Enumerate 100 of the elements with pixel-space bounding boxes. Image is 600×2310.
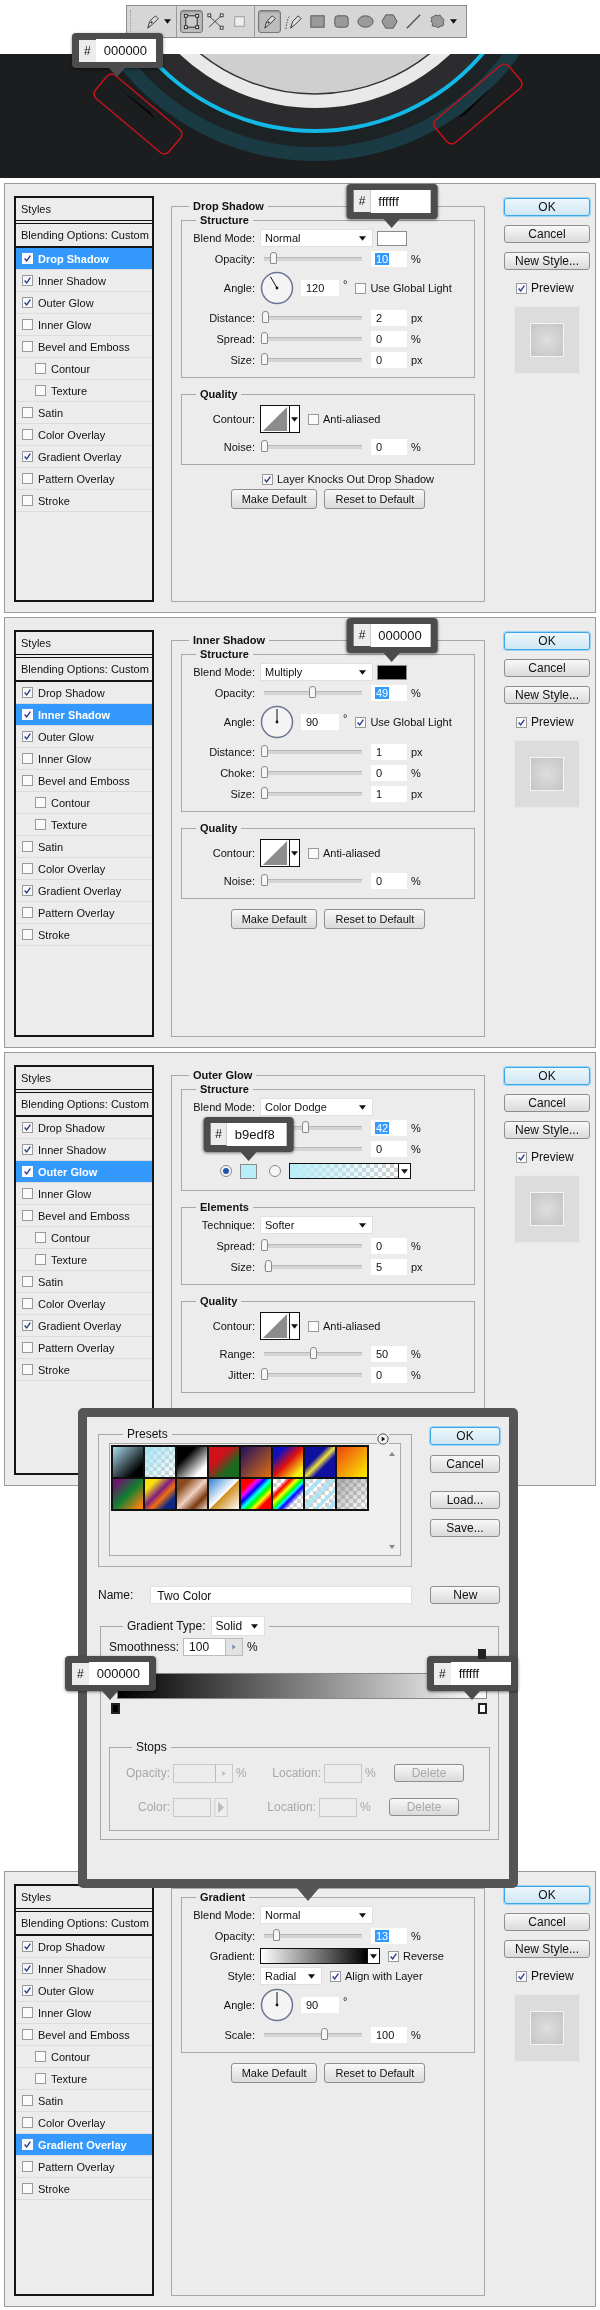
- default-button[interactable]: Reset to Default: [324, 489, 426, 509]
- style-item[interactable]: Color Overlay: [16, 1293, 152, 1315]
- value-field[interactable]: 0: [371, 872, 407, 889]
- style-item[interactable]: Texture: [16, 2068, 152, 2090]
- style-item[interactable]: Texture: [16, 380, 152, 402]
- value-field[interactable]: 0: [371, 351, 407, 368]
- style-item[interactable]: Color Overlay: [16, 424, 152, 446]
- blending-options-item[interactable]: Blending Options: Custom: [16, 1912, 152, 1936]
- style-item[interactable]: Inner Glow: [16, 748, 152, 770]
- value-field[interactable]: 2: [371, 309, 407, 326]
- hex-value-field[interactable]: 000000: [88, 1662, 149, 1685]
- dialog-button[interactable]: Cancel: [504, 1913, 590, 1931]
- style-item[interactable]: Stroke: [16, 924, 152, 946]
- style-item[interactable]: Inner Glow: [16, 314, 152, 336]
- dropdown[interactable]: Multiply: [260, 663, 373, 681]
- value-field[interactable]: 0: [371, 330, 407, 347]
- value-field[interactable]: 0: [371, 764, 407, 781]
- dialog-button[interactable]: OK: [504, 1067, 590, 1085]
- angle-field[interactable]: 120: [301, 280, 339, 296]
- angle-field[interactable]: 90: [301, 1997, 339, 2013]
- dialog-button[interactable]: New Style...: [504, 1940, 590, 1958]
- dialog-button[interactable]: OK: [430, 1427, 500, 1445]
- value-field[interactable]: 0: [371, 1366, 407, 1383]
- dialog-button[interactable]: Cancel: [504, 659, 590, 677]
- dropdown[interactable]: Radial: [260, 1967, 322, 1985]
- style-item[interactable]: Inner Shadow: [16, 1958, 152, 1980]
- hex-value-field[interactable]: 000000: [370, 623, 431, 647]
- style-item[interactable]: Inner Glow: [16, 1183, 152, 1205]
- style-item[interactable]: Bevel and Emboss: [16, 1205, 152, 1227]
- hex-value-field[interactable]: 000000: [95, 39, 156, 62]
- value-field[interactable]: 50: [371, 1345, 407, 1362]
- style-item[interactable]: Satin: [16, 2090, 152, 2112]
- hex-value-field[interactable]: ffffff: [370, 189, 431, 213]
- style-item[interactable]: Contour: [16, 2046, 152, 2068]
- value-field[interactable]: 1: [371, 743, 407, 760]
- style-item[interactable]: Bevel and Emboss: [16, 336, 152, 358]
- dialog-button[interactable]: Cancel: [430, 1455, 500, 1473]
- style-item[interactable]: Satin: [16, 836, 152, 858]
- dropdown[interactable]: Color Dodge: [260, 1098, 373, 1116]
- style-item[interactable]: Outer Glow: [16, 1980, 152, 2002]
- default-button[interactable]: Make Default: [230, 2063, 318, 2083]
- style-item[interactable]: Bevel and Emboss: [16, 2024, 152, 2046]
- dialog-button[interactable]: Save...: [430, 1519, 500, 1537]
- dropdown[interactable]: Normal: [260, 229, 373, 247]
- style-item[interactable]: Stroke: [16, 1359, 152, 1381]
- style-item[interactable]: Stroke: [16, 490, 152, 512]
- dialog-button[interactable]: New Style...: [504, 1121, 590, 1139]
- style-item[interactable]: Texture: [16, 814, 152, 836]
- style-item[interactable]: Inner Glow: [16, 2002, 152, 2024]
- dropdown[interactable]: Normal: [260, 1906, 373, 1924]
- hex-value-field[interactable]: b9edf8: [226, 1122, 287, 1146]
- style-item[interactable]: Gradient Overlay: [16, 446, 152, 468]
- value-field[interactable]: 100: [371, 2026, 407, 2043]
- dropdown[interactable]: Softer: [260, 1216, 373, 1234]
- style-item[interactable]: Pattern Overlay: [16, 2156, 152, 2178]
- blending-options-item[interactable]: Blending Options: Custom: [16, 658, 152, 682]
- dialog-button[interactable]: Cancel: [504, 225, 590, 243]
- value-field[interactable]: 0: [371, 1237, 407, 1254]
- style-item[interactable]: Pattern Overlay: [16, 902, 152, 924]
- style-item[interactable]: Texture: [16, 1249, 152, 1271]
- value-field[interactable]: 5: [371, 1258, 407, 1275]
- style-item[interactable]: Color Overlay: [16, 858, 152, 880]
- default-button[interactable]: Make Default: [230, 909, 318, 929]
- hex-value-field[interactable]: ffffff: [450, 1662, 511, 1685]
- new-button[interactable]: New: [430, 1586, 501, 1604]
- style-item[interactable]: Stroke: [16, 2178, 152, 2200]
- checkbox-label: Use Global Light: [370, 716, 452, 728]
- style-item[interactable]: Drop Shadow: [16, 1936, 152, 1958]
- style-item[interactable]: Contour: [16, 358, 152, 380]
- angle-field[interactable]: 90: [301, 714, 339, 730]
- dialog-button[interactable]: Cancel: [504, 1094, 590, 1112]
- dialog-button[interactable]: New Style...: [504, 252, 590, 270]
- style-item[interactable]: Bevel and Emboss: [16, 770, 152, 792]
- dialog-button[interactable]: OK: [504, 198, 590, 216]
- style-item[interactable]: Satin: [16, 402, 152, 424]
- style-item[interactable]: Satin: [16, 1271, 152, 1293]
- style-item[interactable]: Inner Shadow: [16, 270, 152, 292]
- blending-options-item[interactable]: Blending Options: Custom: [16, 1093, 152, 1117]
- style-item[interactable]: Pattern Overlay: [16, 468, 152, 490]
- style-item[interactable]: Gradient Overlay: [16, 1315, 152, 1337]
- default-button[interactable]: Make Default: [230, 489, 318, 509]
- style-item[interactable]: Outer Glow: [16, 726, 152, 748]
- style-item[interactable]: Drop Shadow: [16, 1117, 152, 1139]
- dialog-button[interactable]: Load...: [430, 1491, 500, 1509]
- style-item[interactable]: Pattern Overlay: [16, 1337, 152, 1359]
- name-field[interactable]: Two Color: [150, 1586, 413, 1604]
- dialog-button[interactable]: New Style...: [504, 686, 590, 704]
- dropdown[interactable]: Solid: [210, 1616, 265, 1636]
- style-item[interactable]: Contour: [16, 792, 152, 814]
- style-item[interactable]: Outer Glow: [16, 292, 152, 314]
- smoothness-field[interactable]: 100: [183, 1638, 244, 1656]
- dialog-button[interactable]: OK: [504, 632, 590, 650]
- value-field[interactable]: 0: [371, 1140, 407, 1157]
- default-button[interactable]: Reset to Default: [324, 2063, 426, 2083]
- style-item[interactable]: Gradient Overlay: [16, 880, 152, 902]
- style-item[interactable]: Contour: [16, 1227, 152, 1249]
- default-button[interactable]: Reset to Default: [324, 909, 426, 929]
- value-field[interactable]: 0: [371, 438, 407, 455]
- dialog-button[interactable]: OK: [504, 1886, 590, 1904]
- value-field[interactable]: 1: [371, 785, 407, 802]
